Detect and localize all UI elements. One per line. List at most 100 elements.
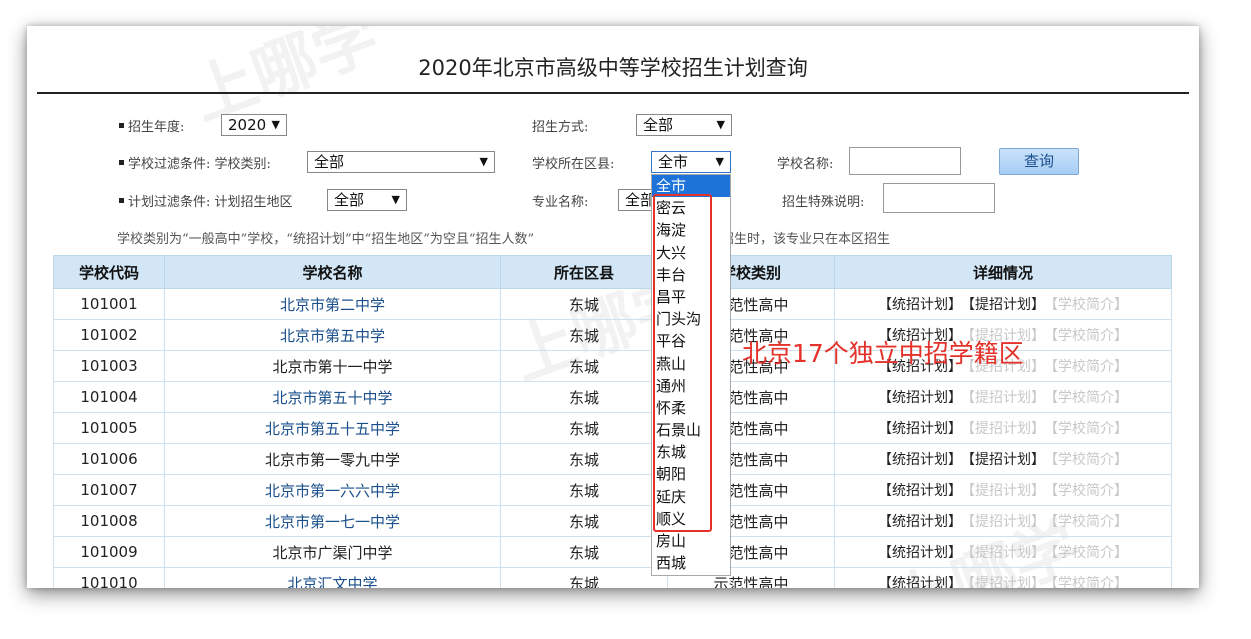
- unified-plan-link[interactable]: 【统招计划】: [878, 483, 962, 499]
- special-note-label: 招生特殊说明:: [782, 195, 865, 210]
- plan-filter-label-text: 计划过滤条件: 计划招生地区: [128, 195, 293, 210]
- plan-region-select-value: 全部: [334, 191, 365, 209]
- year-select-value: 2020: [228, 116, 267, 134]
- school-name-link[interactable]: 北京市第五中学: [164, 319, 501, 351]
- plan-region-select[interactable]: 全部 ▼: [327, 189, 407, 211]
- school-filter-label-text: 学校过滤条件: 学校类别:: [128, 157, 271, 172]
- table-row: 101008 北京市第一七一中学 东城 示范性高中 【统招计划】 【提招计划】 【学校简介】: [53, 505, 1172, 537]
- table-row: 101006 北京市第一零九中学 东城 示范性高中 【统招计划】 【提招计划】 【学校简介】: [53, 443, 1172, 475]
- school-filter-label: 学校过滤条件: 学校类别:: [119, 153, 271, 172]
- school-intro-link[interactable]: 【学校简介】: [1051, 297, 1128, 313]
- table-row: 101009 北京市广渠门中学 东城 示范性高中 【统招计划】 【提招计划】 【学校简介】: [53, 536, 1172, 568]
- school-name-link[interactable]: 北京市第五十中学: [164, 381, 501, 413]
- school-code: 101008: [53, 505, 165, 537]
- school-name-label: 学校名称:: [777, 157, 834, 172]
- school-name-link[interactable]: 北京市第十一中学: [164, 350, 501, 382]
- unified-plan-link[interactable]: 【统招计划】: [878, 514, 962, 530]
- table-row: 101005 北京市第五十五中学 东城 示范性高中 【统招计划】 【提招计划】 【学校简介】: [53, 412, 1172, 444]
- method-select-value: 全部: [643, 116, 674, 134]
- school-intro-link[interactable]: 【学校简介】: [1051, 421, 1128, 437]
- unified-plan-link[interactable]: 【统招计划】: [878, 452, 962, 468]
- unified-plan-link[interactable]: 【统招计划】: [878, 545, 962, 561]
- school-name-input[interactable]: [849, 147, 961, 175]
- school-district: 东城: [500, 288, 668, 320]
- unified-plan-link[interactable]: 【统招计划】: [878, 576, 962, 588]
- bullet-icon: [119, 198, 124, 203]
- school-code: 101005: [53, 412, 165, 444]
- district-label: 学校所在区县:: [532, 157, 615, 172]
- year-select[interactable]: 2020 ▼: [221, 114, 287, 136]
- school-intro-link[interactable]: 【学校简介】: [1051, 452, 1128, 468]
- detail-links: 【统招计划】 【提招计划】 【学校简介】: [834, 536, 1172, 568]
- unified-plan-link[interactable]: 【统招计划】: [878, 421, 962, 437]
- school-intro-link[interactable]: 【学校简介】: [1051, 328, 1128, 344]
- year-label-text: 招生年度:: [128, 120, 185, 135]
- school-intro-link[interactable]: 【学校简介】: [1051, 483, 1128, 499]
- school-code: 101002: [53, 319, 165, 351]
- school-district: 东城: [500, 536, 668, 568]
- school-district: 东城: [500, 319, 668, 351]
- school-name-link[interactable]: 北京汇文中学: [164, 567, 501, 588]
- early-plan-link[interactable]: 【提招计划】: [968, 452, 1045, 468]
- district-select-value: 全市: [658, 153, 689, 171]
- filter-note: 学校类别为“一般高中”学校，“统招计划”中“招生地区”为空且“招生人数”: [117, 232, 535, 247]
- school-intro-link[interactable]: 【学校简介】: [1051, 359, 1128, 375]
- early-plan-link[interactable]: 【提招计划】: [968, 483, 1045, 499]
- dropdown-arrow-icon: ▼: [715, 155, 724, 168]
- school-code: 101004: [53, 381, 165, 413]
- school-code: 101007: [53, 474, 165, 506]
- school-code: 101001: [53, 288, 165, 320]
- unified-plan-link[interactable]: 【统招计划】: [878, 390, 962, 406]
- detail-links: 【统招计划】 【提招计划】 【学校简介】: [834, 567, 1172, 588]
- school-name-link[interactable]: 北京市广渠门中学: [164, 536, 501, 568]
- school-name-link[interactable]: 北京市第一七一中学: [164, 505, 501, 537]
- school-district: 东城: [500, 567, 668, 588]
- header-detail: 详细情况: [834, 255, 1172, 289]
- unified-plan-link[interactable]: 【统招计划】: [878, 297, 962, 313]
- bullet-icon: [119, 160, 124, 165]
- district-option[interactable]: 房山: [652, 530, 730, 552]
- school-table: 学校代码 学校名称 所在区县 学校类别 详细情况 101001 北京市第二中学 东城…: [53, 255, 1172, 588]
- school-name-link[interactable]: 北京市第五十五中学: [164, 412, 501, 444]
- method-select[interactable]: 全部 ▼: [636, 114, 732, 136]
- detail-links: 【统招计划】 【提招计划】 【学校简介】: [834, 381, 1172, 413]
- school-intro-link[interactable]: 【学校简介】: [1051, 390, 1128, 406]
- highlight-box: [653, 194, 712, 532]
- detail-links: 【统招计划】 【提招计划】 【学校简介】: [834, 443, 1172, 475]
- school-type-select-value: 全部: [314, 153, 345, 171]
- early-plan-link[interactable]: 【提招计划】: [968, 576, 1045, 588]
- school-type-select[interactable]: 全部 ▼: [307, 151, 495, 173]
- special-note-input[interactable]: [883, 183, 995, 213]
- detail-links: 【统招计划】 【提招计划】 【学校简介】: [834, 505, 1172, 537]
- dropdown-arrow-icon: ▼: [479, 155, 488, 168]
- early-plan-link[interactable]: 【提招计划】: [968, 390, 1045, 406]
- school-name-link[interactable]: 北京市第一六六中学: [164, 474, 501, 506]
- detail-links: 【统招计划】 【提招计划】 【学校简介】: [834, 288, 1172, 320]
- page-title: 2020年北京市高级中等学校招生计划查询: [418, 56, 808, 80]
- header-name: 学校名称: [164, 255, 501, 289]
- school-intro-link[interactable]: 【学校简介】: [1051, 514, 1128, 530]
- school-district: 东城: [500, 505, 668, 537]
- early-plan-link[interactable]: 【提招计划】: [968, 297, 1045, 313]
- school-district: 东城: [500, 443, 668, 475]
- early-plan-link[interactable]: 【提招计划】: [968, 514, 1045, 530]
- early-plan-link[interactable]: 【提招计划】: [968, 421, 1045, 437]
- school-intro-link[interactable]: 【学校简介】: [1051, 545, 1128, 561]
- district-select[interactable]: 全市 ▼: [651, 151, 731, 173]
- school-name-link[interactable]: 北京市第一零九中学: [164, 443, 501, 475]
- school-name-link[interactable]: 北京市第二中学: [164, 288, 501, 320]
- table-row: 101007 北京市第一六六中学 东城 示范性高中 【统招计划】 【提招计划】 【学校简介】: [53, 474, 1172, 506]
- year-label: 招生年度:: [119, 116, 184, 135]
- query-button[interactable]: 查询: [999, 148, 1079, 175]
- table-row: 101001 北京市第二中学 东城 示范性高中 【统招计划】 【提招计划】 【学校简介】: [53, 288, 1172, 320]
- school-code: 101006: [53, 443, 165, 475]
- header-code: 学校代码: [53, 255, 165, 289]
- page-card: 上哪学 上哪学 上哪学 2020年北京市高级中等学校招生计划查询 招生年度: 2…: [27, 26, 1199, 588]
- bullet-icon: [119, 123, 124, 128]
- district-option[interactable]: 西城: [652, 552, 730, 574]
- school-intro-link[interactable]: 【学校简介】: [1051, 576, 1128, 588]
- early-plan-link[interactable]: 【提招计划】: [968, 545, 1045, 561]
- school-district: 东城: [500, 474, 668, 506]
- school-code: 101009: [53, 536, 165, 568]
- school-district: 东城: [500, 381, 668, 413]
